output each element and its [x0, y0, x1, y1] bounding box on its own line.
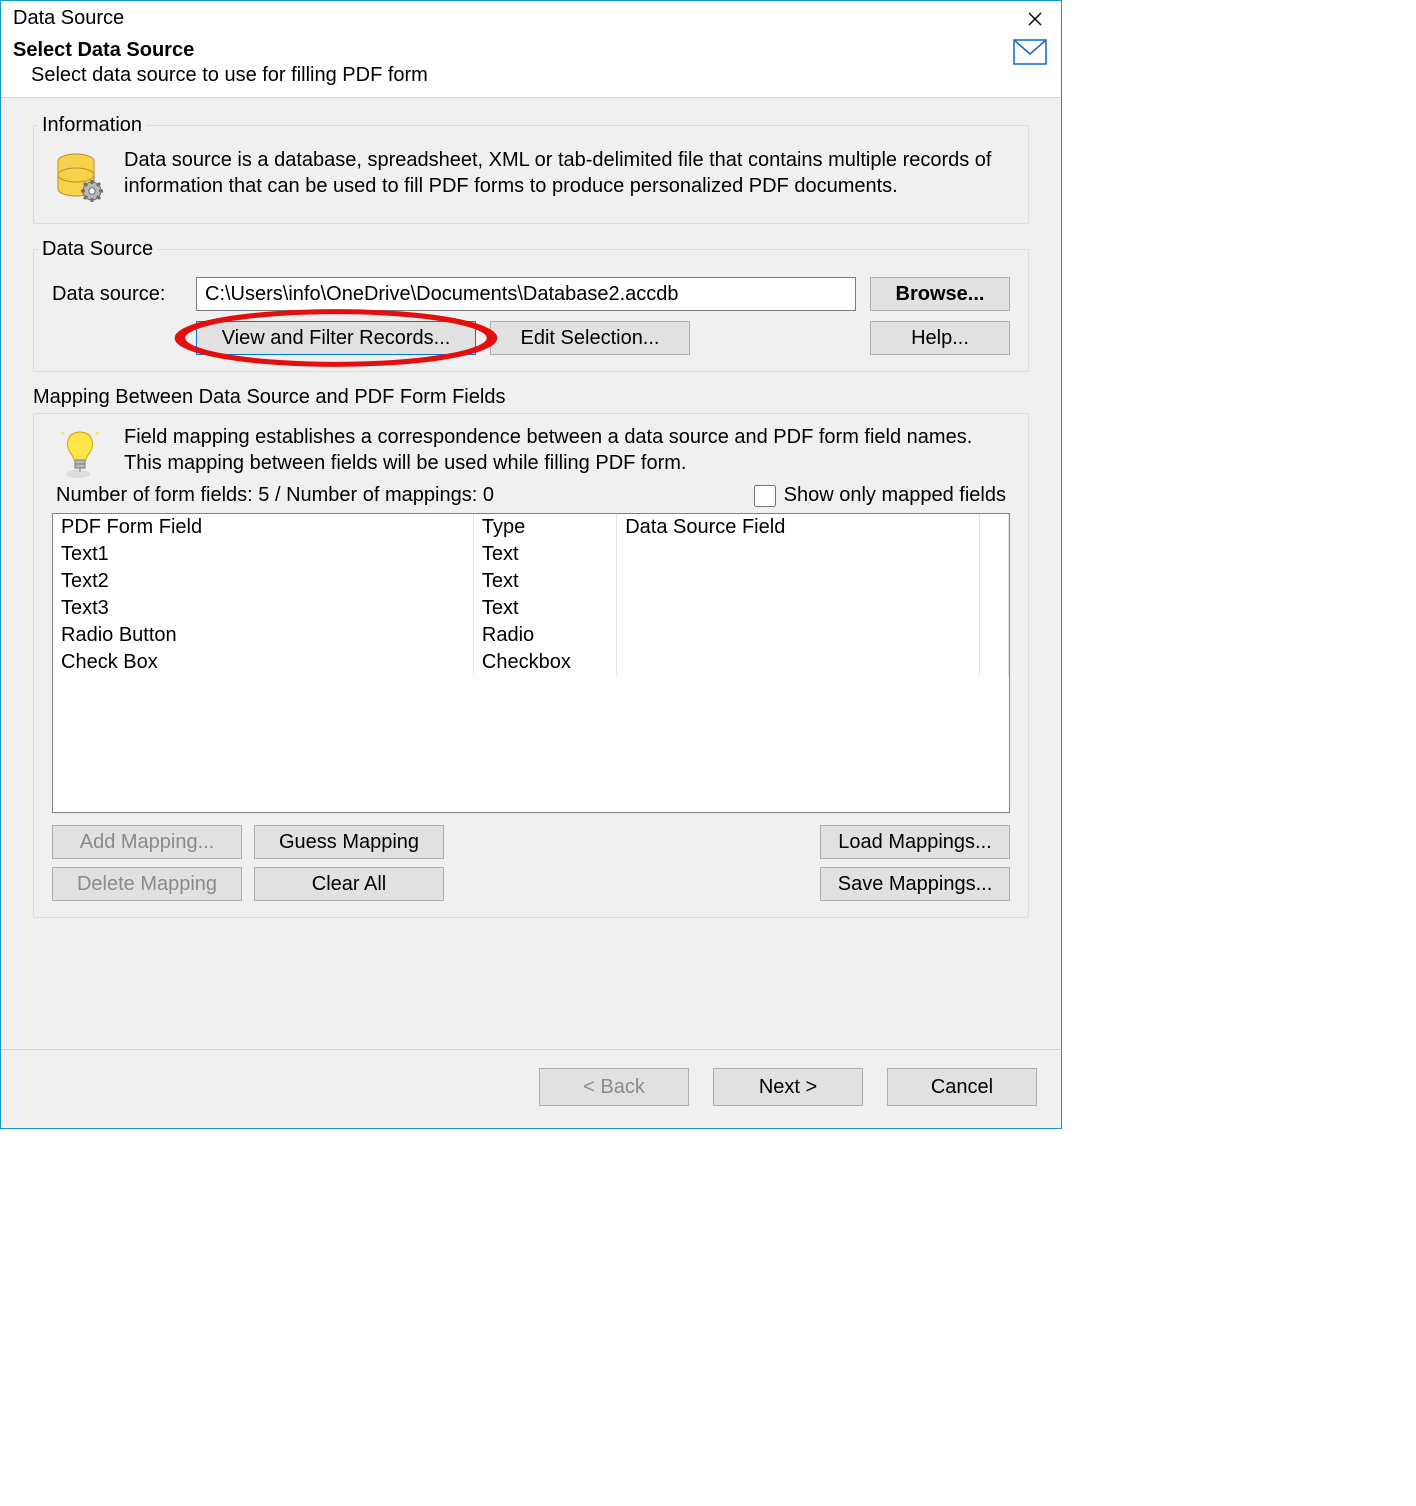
data-source-label: Data source:	[52, 283, 182, 306]
data-source-path[interactable]: C:\Users\info\OneDrive\Documents\Databas…	[196, 277, 856, 311]
col-pdf-form-field[interactable]: PDF Form Field	[53, 514, 473, 541]
data-source-legend: Data Source	[38, 238, 157, 261]
back-button[interactable]: < Back	[539, 1068, 689, 1106]
col-data-source-field[interactable]: Data Source Field	[617, 514, 980, 541]
table-header-row: PDF Form Field Type Data Source Field	[53, 514, 1009, 541]
mail-icon	[1013, 39, 1047, 65]
show-only-mapped-checkbox[interactable]	[754, 485, 776, 507]
show-only-mapped-text: Show only mapped fields	[784, 484, 1006, 507]
table-row[interactable]: Check Box Checkbox	[53, 649, 1009, 676]
guess-mapping-button[interactable]: Guess Mapping	[254, 825, 444, 859]
table-row[interactable]: Text2 Text	[53, 568, 1009, 595]
mapping-table[interactable]: PDF Form Field Type Data Source Field Te…	[52, 513, 1010, 813]
mapping-group: Field mapping establishes a corresponden…	[33, 413, 1029, 918]
mapping-intro: Field mapping establishes a corresponden…	[124, 424, 1010, 476]
titlebar: Data Source	[1, 1, 1061, 33]
help-button[interactable]: Help...	[870, 321, 1010, 355]
lightbulb-icon	[52, 424, 108, 480]
browse-button[interactable]: Browse...	[870, 277, 1010, 311]
data-source-dialog: Data Source Select Data Source Select da…	[0, 0, 1062, 1129]
information-legend: Information	[38, 114, 146, 137]
save-mappings-button[interactable]: Save Mappings...	[820, 867, 1010, 901]
cancel-button[interactable]: Cancel	[887, 1068, 1037, 1106]
wizard-footer: < Back Next > Cancel	[1, 1049, 1061, 1128]
body: Information	[1, 97, 1061, 1049]
view-filter-highlight: View and Filter Records...	[196, 321, 476, 355]
next-button[interactable]: Next >	[713, 1068, 863, 1106]
col-type[interactable]: Type	[473, 514, 616, 541]
wizard-header: Select Data Source Select data source to…	[1, 33, 1061, 97]
load-mappings-button[interactable]: Load Mappings...	[820, 825, 1010, 859]
clear-all-button[interactable]: Clear All	[254, 867, 444, 901]
mapping-counts: Number of form fields: 5 / Number of map…	[56, 484, 494, 507]
table-row[interactable]: Radio Button Radio	[53, 622, 1009, 649]
edit-selection-button[interactable]: Edit Selection...	[490, 321, 690, 355]
page-heading: Select Data Source	[13, 39, 1049, 62]
table-row[interactable]: Text3 Text	[53, 595, 1009, 622]
page-subheading: Select data source to use for filling PD…	[13, 62, 1049, 87]
information-text: Data source is a database, spreadsheet, …	[124, 147, 1010, 199]
information-group: Information	[33, 114, 1029, 224]
window-title: Data Source	[13, 5, 124, 30]
delete-mapping-button[interactable]: Delete Mapping	[52, 867, 242, 901]
add-mapping-button[interactable]: Add Mapping...	[52, 825, 242, 859]
mapping-group-legend: Mapping Between Data Source and PDF Form…	[33, 386, 1029, 409]
table-row[interactable]: Text1 Text	[53, 541, 1009, 568]
show-only-mapped-label[interactable]: Show only mapped fields	[754, 484, 1006, 507]
close-icon	[1027, 11, 1043, 27]
close-button[interactable]	[1017, 5, 1053, 33]
view-filter-records-button[interactable]: View and Filter Records...	[196, 321, 476, 355]
database-icon	[52, 147, 108, 207]
data-source-group: Data Source Data source: C:\Users\info\O…	[33, 238, 1029, 372]
